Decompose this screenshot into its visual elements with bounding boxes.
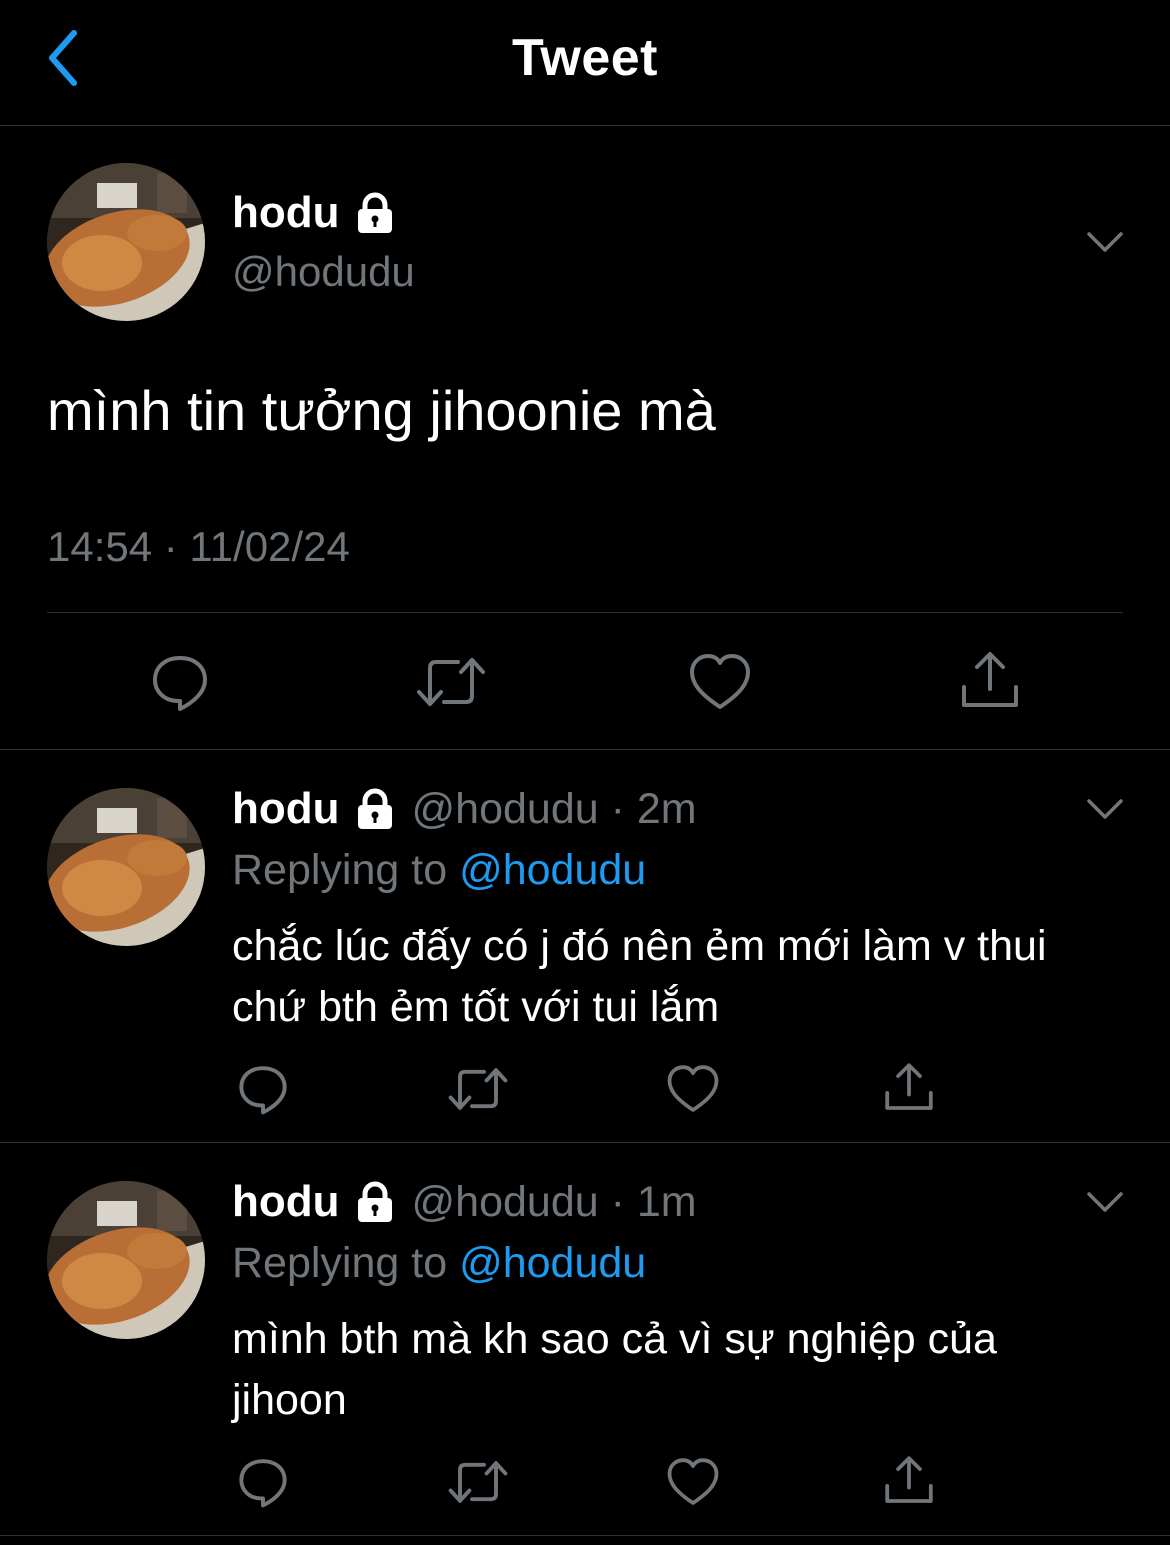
- like-icon: [667, 1458, 719, 1505]
- share-button[interactable]: [882, 1453, 936, 1507]
- retweet-icon: [448, 1461, 508, 1503]
- display-name[interactable]: hodu: [232, 188, 396, 238]
- tweet-text: mình bth mà kh sao cả vì sự nghiệp của j…: [232, 1315, 997, 1424]
- divider: [47, 612, 1123, 613]
- handle-and-time: @hodudu · 2m: [411, 784, 697, 833]
- reply-button[interactable]: [236, 1455, 290, 1509]
- lock-icon: [354, 1181, 396, 1223]
- like-icon: [667, 1065, 719, 1112]
- avatar[interactable]: [47, 1181, 205, 1339]
- replying-prefix: Replying to: [232, 846, 460, 894]
- retweet-button[interactable]: [448, 1455, 508, 1509]
- reply-icon: [239, 1066, 287, 1115]
- mention-link[interactable]: @hodudu: [459, 1239, 646, 1287]
- retweet-button[interactable]: [416, 650, 486, 714]
- share-icon: [885, 1063, 933, 1110]
- avatar[interactable]: [47, 788, 205, 946]
- share-icon: [885, 1456, 933, 1503]
- chevron-down-icon[interactable]: [1085, 795, 1125, 823]
- tweet-timestamp[interactable]: 14:54 · 11/02/24: [47, 523, 350, 571]
- reply-button[interactable]: [148, 650, 212, 714]
- reply-icon: [153, 656, 207, 711]
- display-name-text: hodu: [232, 188, 340, 237]
- reply-button[interactable]: [236, 1062, 290, 1116]
- lock-icon: [354, 788, 396, 830]
- mention-link[interactable]: @hodudu: [459, 846, 646, 894]
- chevron-down-icon[interactable]: [1085, 1188, 1125, 1216]
- share-button[interactable]: [882, 1060, 936, 1114]
- reply-tweet[interactable]: hodu @hodudu · 2m Replying to @hodudu ch…: [0, 750, 1170, 1143]
- like-button[interactable]: [688, 650, 752, 714]
- reply-header: hodu @hodudu · 2m: [232, 784, 697, 834]
- tweet-text: chắc lúc đấy có j đó nên ẻm mới làm v th…: [232, 922, 1047, 1031]
- share-button[interactable]: [958, 648, 1022, 712]
- like-button[interactable]: [666, 1062, 720, 1116]
- replying-prefix: Replying to: [232, 1239, 460, 1287]
- share-icon: [962, 652, 1018, 707]
- page-title: Tweet: [511, 29, 658, 87]
- reply-tweet[interactable]: hodu @hodudu · 1m Replying to @hodudu mì…: [0, 1143, 1170, 1536]
- like-icon: [690, 654, 750, 709]
- top-bar: Tweet: [0, 0, 1170, 126]
- reply-header: hodu @hodudu · 1m: [232, 1177, 697, 1227]
- display-name[interactable]: hodu: [232, 1177, 340, 1227]
- handle-and-time: @hodudu · 1m: [411, 1177, 697, 1226]
- display-name[interactable]: hodu: [232, 784, 340, 834]
- user-handle[interactable]: @hodudu: [232, 248, 415, 296]
- avatar[interactable]: [47, 163, 205, 321]
- retweet-icon: [448, 1068, 508, 1110]
- tweet-text: mình tin tưởng jihoonie mà: [47, 379, 716, 442]
- retweet-icon: [417, 658, 485, 706]
- chevron-down-icon[interactable]: [1085, 228, 1125, 256]
- reply-icon: [239, 1459, 287, 1508]
- like-button[interactable]: [666, 1455, 720, 1509]
- retweet-button[interactable]: [448, 1062, 508, 1116]
- replying-to: Replying to @hodudu: [232, 846, 646, 895]
- lock-icon: [354, 192, 396, 234]
- main-tweet: hodu @hodudu mình tin tưởng jihoonie mà …: [0, 126, 1170, 750]
- replying-to: Replying to @hodudu: [232, 1239, 646, 1288]
